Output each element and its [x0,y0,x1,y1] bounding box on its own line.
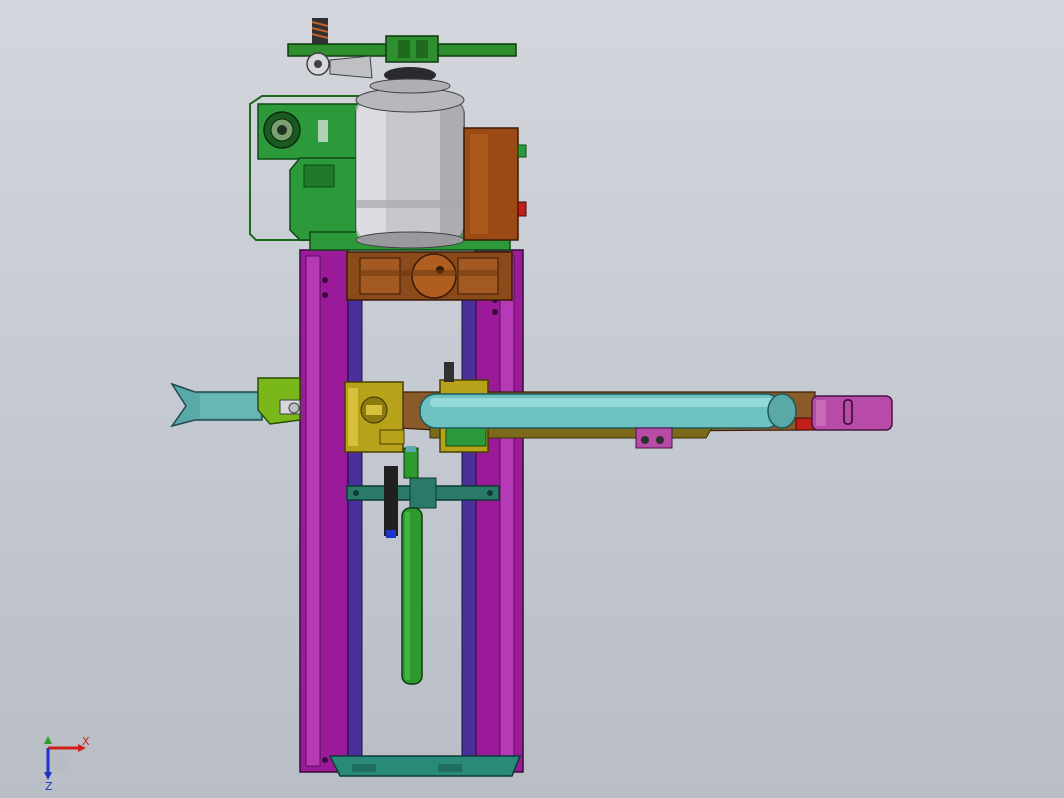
gripper[interactable] [170,377,301,428]
top-plate[interactable] [287,35,517,94]
cad-viewport[interactable]: X Z [0,0,1064,798]
small-bracket [635,427,673,449]
z-axis-label: Z [45,780,53,793]
x-axis-label: X [82,735,90,748]
slider-block[interactable] [346,251,513,301]
assembly-drawing: X Z [44,18,893,793]
spring [311,18,329,44]
base-plate[interactable] [328,755,522,777]
axis-triad: X Z [44,735,90,793]
tube[interactable] [419,393,797,429]
gearbox[interactable] [463,127,527,241]
motor[interactable] [355,87,465,249]
